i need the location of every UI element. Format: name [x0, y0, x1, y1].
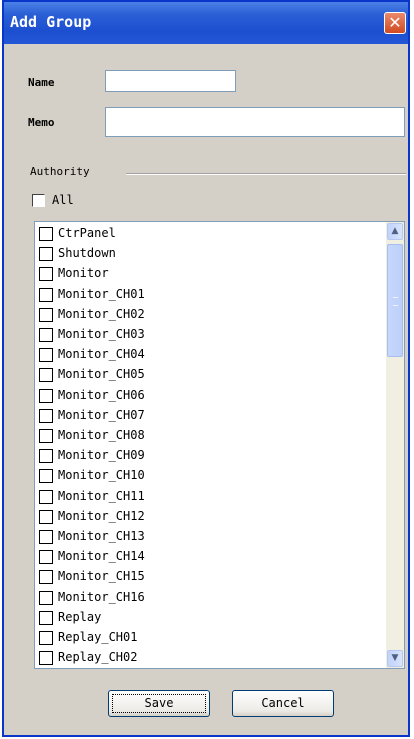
list-item-label: Monitor_CH13	[58, 529, 145, 543]
list-item-checkbox[interactable]	[39, 368, 53, 383]
list-item-label: Replay_CH01	[58, 630, 138, 644]
list-item-label: Monitor_CH11	[58, 488, 145, 503]
list-item-label: Monitor_CH09	[58, 448, 145, 463]
list-item-checkbox[interactable]	[39, 651, 53, 666]
title-bar[interactable]: Add Group ✕	[4, 2, 408, 44]
list-item-checkbox[interactable]	[39, 348, 53, 363]
list-item-checkbox[interactable]	[39, 429, 53, 443]
list-item-checkbox[interactable]	[39, 631, 53, 645]
list-item-label: Monitor_CH10	[58, 468, 145, 483]
dialog-title: Add Group	[10, 13, 92, 31]
name-field[interactable]	[105, 70, 236, 92]
list-item-label: Monitor_CH06	[58, 387, 145, 402]
list-item-checkbox[interactable]	[39, 328, 53, 342]
memo-field[interactable]	[105, 107, 405, 137]
list-item-checkbox[interactable]	[39, 489, 53, 504]
list-item-checkbox[interactable]	[39, 570, 53, 585]
list-item-checkbox[interactable]	[39, 408, 53, 423]
list-item-label: Monitor_CH04	[58, 347, 145, 362]
list-item-checkbox[interactable]	[39, 307, 53, 322]
list-item-label: Monitor_CH01	[58, 286, 145, 301]
list-item-label: Monitor_CH16	[58, 589, 145, 604]
group-divider	[126, 173, 406, 175]
chevron-up-icon: ▲	[391, 226, 399, 236]
cancel-button[interactable]: Cancel	[232, 690, 334, 717]
list-item-checkbox[interactable]	[39, 530, 53, 544]
list-item-label: Monitor_CH07	[58, 407, 145, 422]
list-item-checkbox[interactable]	[39, 590, 53, 605]
save-button[interactable]: Save	[108, 690, 210, 717]
all-checkbox-label[interactable]: All	[52, 193, 74, 207]
list-item-checkbox[interactable]	[39, 550, 53, 565]
list-item-checkbox[interactable]	[39, 287, 53, 302]
list-item-label: Monitor_CH02	[58, 306, 145, 321]
list-item-label: Monitor	[58, 266, 109, 281]
close-button[interactable]: ✕	[384, 12, 406, 34]
save-button-label: Save	[112, 694, 206, 713]
list-item-checkbox[interactable]	[39, 509, 53, 524]
list-item-checkbox[interactable]	[39, 247, 53, 262]
list-item-label: Monitor_CH03	[58, 327, 145, 341]
scroll-down-button[interactable]: ▼	[387, 650, 403, 667]
list-item-label: Replay_CH02	[58, 650, 138, 665]
list-item-label: Monitor_CH08	[58, 428, 145, 442]
name-label: Name	[28, 76, 55, 89]
list-item-checkbox[interactable]	[39, 227, 53, 241]
list-item-checkbox[interactable]	[39, 469, 53, 484]
scroll-thumb[interactable]	[387, 244, 403, 357]
list-item-label: Replay	[58, 609, 102, 624]
list-item-checkbox[interactable]	[39, 449, 53, 464]
scroll-up-button[interactable]: ▲	[387, 223, 403, 240]
all-checkbox[interactable]	[32, 194, 45, 207]
list-item-label: Monitor_CH12	[58, 508, 145, 523]
list-item-checkbox[interactable]	[39, 388, 53, 403]
list-item-checkbox[interactable]	[39, 267, 53, 282]
memo-label: Memo	[28, 116, 55, 129]
list-item-label: Monitor_CH15	[58, 569, 145, 584]
authority-group-label: Authority	[30, 165, 90, 178]
vertical-scrollbar[interactable]: ▲ ▼	[386, 222, 404, 668]
list-item-label: Shutdown	[58, 246, 116, 261]
add-group-dialog: Add Group ✕ Name Memo Authority All CtrP…	[2, 0, 410, 737]
list-item-label: CtrPanel	[58, 226, 116, 240]
list-item-label: Monitor_CH14	[58, 549, 145, 564]
chevron-down-icon: ▼	[391, 653, 399, 663]
grip-icon	[393, 297, 398, 306]
list-item-checkbox[interactable]	[39, 610, 53, 625]
list-item-label: Monitor_CH05	[58, 367, 145, 382]
close-icon: ✕	[388, 13, 402, 32]
authority-list[interactable]: CtrPanel Shutdown Monitor Monitor_CH01 Monit…	[34, 221, 405, 669]
